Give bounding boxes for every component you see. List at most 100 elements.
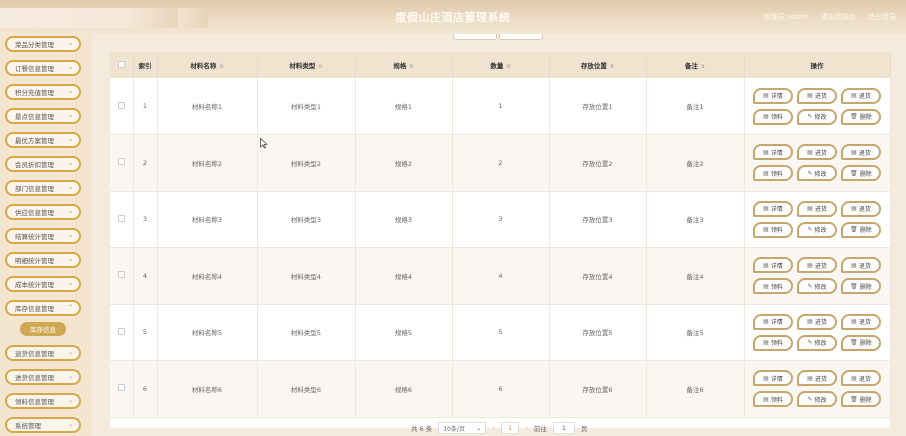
action-button-5[interactable]: 🗑 删除 [841,334,881,351]
sidebar-item-inventory[interactable]: 库存信息管理 ⌃ [5,300,81,316]
row-checkbox[interactable] [117,327,125,335]
action-button-1[interactable]: ▤ 进货 [797,257,837,274]
sidebar-item-department[interactable]: 部门信息管理 ⌄ [5,180,81,196]
action-button-0[interactable]: ▤ 详情 [753,144,793,161]
sidebar-item-supply[interactable]: 供应信息管理 ⌄ [5,204,81,220]
action-button-3[interactable]: ▤ 领料 [753,165,793,182]
column-header-name[interactable]: 材料名称 ⇅ [157,52,258,78]
cell-index: 4 [133,247,158,305]
total-count: 共 6 条 [411,425,433,433]
action-button-3[interactable]: ▤ 领料 [753,221,793,238]
logout-link[interactable]: 退出登录 [868,12,896,22]
select-all-checkbox[interactable] [117,60,125,68]
sidebar-item-purchase[interactable]: 进货信息管理 ⌄ [5,369,81,385]
trash-icon: 🗑 [850,339,858,347]
back-to-frontend-link[interactable]: 退出到前台 [821,12,856,22]
sort-icon[interactable]: ⇅ [506,64,510,70]
document-icon: ▤ [807,205,813,213]
admin-user-link[interactable]: 管理员 admin [764,12,809,22]
action-button-4[interactable]: ✎ 修改 [797,391,837,408]
edit-icon: ✎ [807,339,813,347]
sidebar-item-requisition[interactable]: 领料信息管理 ⌄ [5,393,81,409]
cell-type: 材料类型2 [257,134,356,192]
sidebar-item-dish-category[interactable]: 菜品分类管理 ⌄ [5,36,81,52]
action-button-0[interactable]: ▤ 详情 [753,87,793,104]
chevron-down-icon: ⌄ [67,88,73,95]
action-button-3[interactable]: ▤ 领料 [753,334,793,351]
action-button-2[interactable]: ▤ 退货 [841,370,881,387]
action-button-1[interactable]: ▤ 进货 [797,144,837,161]
cell-qty: 2 [452,134,550,192]
sidebar-item-order-info[interactable]: 订餐信息管理 ⌄ [5,60,81,76]
action-button-5[interactable]: 🗑 删除 [841,391,881,408]
action-button-4[interactable]: ✎ 修改 [797,165,837,182]
action-button-4[interactable]: ✎ 修改 [797,221,837,238]
sort-icon[interactable]: ⇅ [701,64,705,70]
edit-icon: ✎ [807,226,813,234]
action-button-3[interactable]: ▤ 领料 [753,391,793,408]
column-header-type[interactable]: 材料类型 ⇅ [257,52,356,78]
sidebar-item-settlement-stats[interactable]: 结算统计管理 ⌄ [5,228,81,244]
sort-icon[interactable]: ⇅ [610,64,614,70]
document-icon: ▤ [851,374,857,382]
action-button-5[interactable]: 🗑 删除 [841,221,881,238]
action-button-0[interactable]: ▤ 详情 [753,257,793,274]
goto-page-input[interactable]: 1 [552,422,575,434]
action-button-4[interactable]: ✎ 修改 [797,278,837,295]
sort-icon[interactable]: ⇅ [409,64,413,70]
cell-name: 材料名称2 [157,134,258,192]
action-button-3[interactable]: ▤ 领料 [753,278,793,295]
action-button-0[interactable]: ▤ 详情 [753,200,793,217]
row-checkbox[interactable] [117,271,125,279]
row-checkbox[interactable] [117,158,125,166]
sidebar-item-scenic-spot[interactable]: 景点信息管理 ⌄ [5,108,81,124]
sidebar-item-system[interactable]: 系统管理 ⌄ [5,417,81,433]
action-button-4[interactable]: ✎ 修改 [797,108,837,125]
sidebar-item-best-plan[interactable]: 最优方案管理 ⌄ [5,132,81,148]
sidebar-item-member-discount[interactable]: 会员折扣管理 ⌄ [5,156,81,172]
chevron-down-icon: ⌄ [67,160,73,167]
search-button[interactable] [453,34,497,40]
action-button-5[interactable]: 🗑 删除 [841,278,881,295]
action-button-1[interactable]: ▤ 进货 [797,370,837,387]
sidebar-item-detail-stats[interactable]: 明细统计管理 ⌄ [5,252,81,268]
row-checkbox[interactable] [117,384,125,392]
action-button-3[interactable]: ▤ 领料 [753,108,793,125]
action-button-2[interactable]: ▤ 退货 [841,87,881,104]
column-header-location[interactable]: 存放位置 ⇅ [549,52,647,78]
current-page-button[interactable]: 1 [501,422,520,434]
row-checkbox[interactable] [117,101,125,109]
sidebar-item-return[interactable]: 退货信息管理 ⌄ [5,345,81,361]
action-button-1[interactable]: ▤ 进货 [797,87,837,104]
sidebar-item-cost-stats[interactable]: 成本统计管理 ⌄ [5,276,81,292]
action-button-5[interactable]: 🗑 删除 [841,108,881,125]
trash-icon: 🗑 [850,282,858,290]
action-button-2[interactable]: ▤ 退货 [841,144,881,161]
header-links: 管理员 admin 退出到前台 退出登录 [764,12,896,22]
row-checkbox[interactable] [117,214,125,222]
action-button-2[interactable]: ▤ 退货 [841,200,881,217]
sort-icon[interactable]: ⇅ [318,64,322,70]
action-button-0[interactable]: ▤ 详情 [753,313,793,330]
document-icon: ▤ [851,205,857,213]
action-button-1[interactable]: ▤ 进货 [797,200,837,217]
sidebar-item-points-recharge[interactable]: 积分充值管理 ⌄ [5,84,81,100]
column-header-quantity[interactable]: 数量 ⇅ [452,52,550,78]
action-button-0[interactable]: ▤ 详情 [753,370,793,387]
document-icon: ▤ [763,92,769,99]
sort-icon[interactable]: ⇅ [219,64,223,70]
cell-note: 备注4 [646,247,745,305]
next-page-icon[interactable]: › [525,424,528,432]
action-button-1[interactable]: ▤ 进货 [797,313,837,330]
sidebar-subitem-inventory-info[interactable]: 库存信息 [20,322,66,336]
action-button-2[interactable]: ▤ 退货 [841,313,881,330]
page-size-select[interactable]: 10条/页 ⌄ [438,422,487,434]
column-header-note[interactable]: 备注 ⇅ [646,52,745,78]
add-button[interactable] [499,34,543,40]
action-button-4[interactable]: ✎ 修改 [797,334,837,351]
action-button-2[interactable]: ▤ 退货 [841,257,881,274]
column-header-spec[interactable]: 规格 ⇅ [355,52,453,78]
column-header-index: 索引 [133,52,158,78]
prev-page-icon[interactable]: ‹ [492,424,495,432]
action-button-5[interactable]: 🗑 删除 [841,165,881,182]
